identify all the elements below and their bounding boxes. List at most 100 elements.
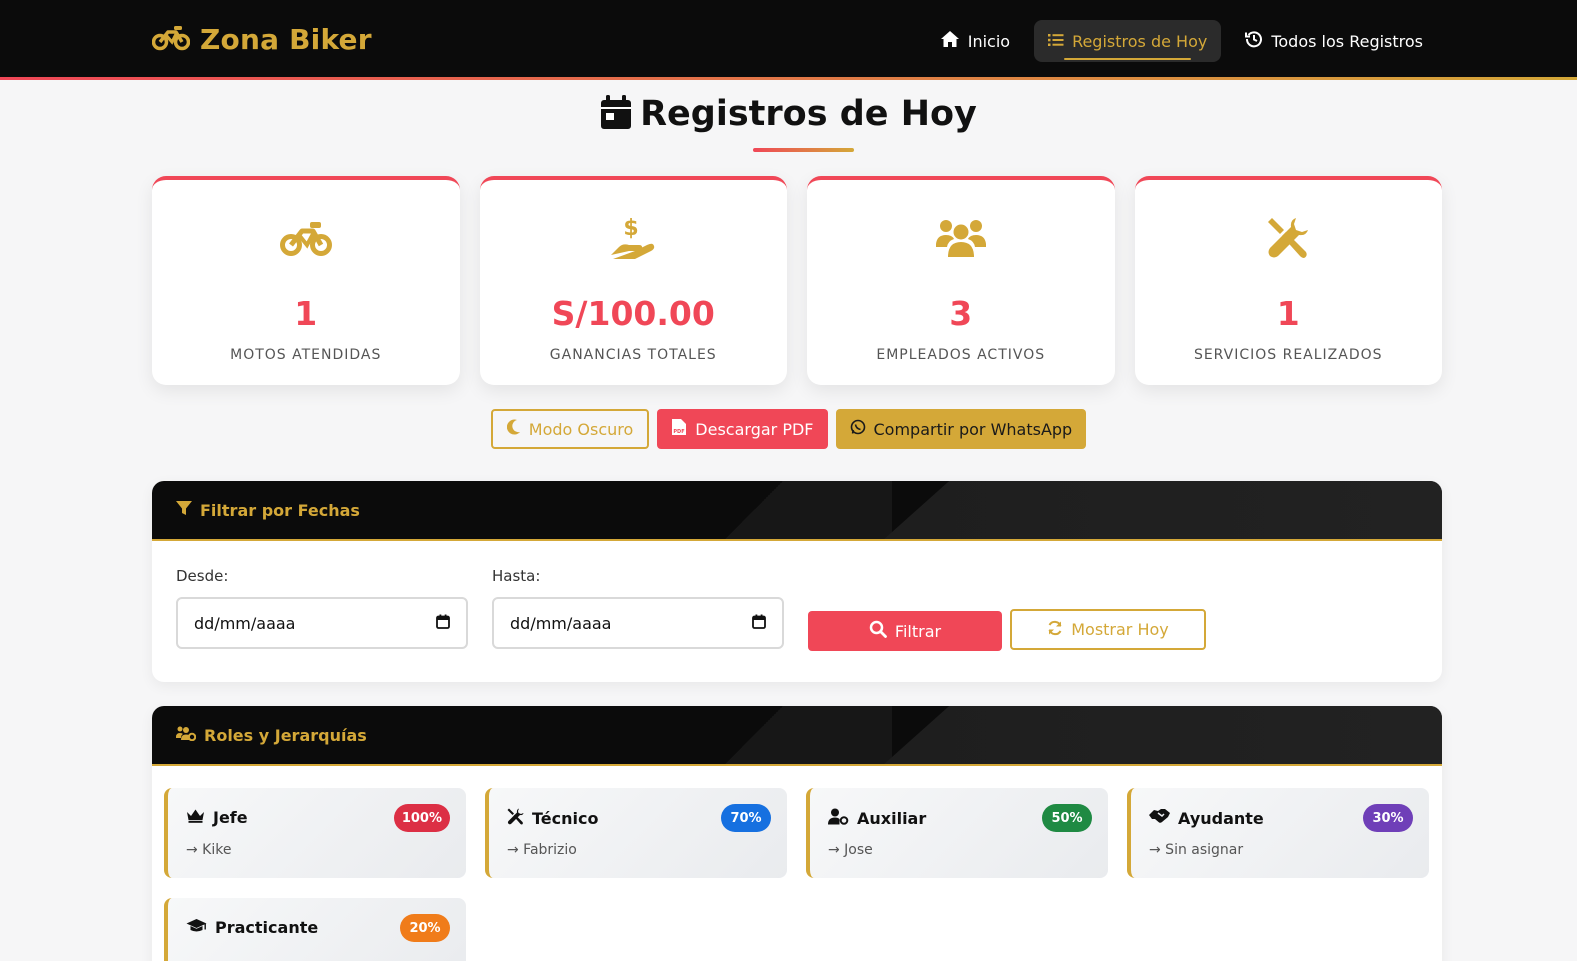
filter-panel-title: Filtrar por Fechas [200,500,360,520]
stat-value: 1 [1276,294,1300,333]
filter-panel: Filtrar por Fechas Desde: dd/mm/aaaa Has… [152,481,1442,682]
nav-item-inicio[interactable]: Inicio [926,20,1024,62]
moon-icon [506,419,521,439]
show-today-label: Mostrar Hoy [1071,620,1169,639]
refresh-icon [1047,620,1063,640]
calendar-icon[interactable] [752,614,766,633]
filter-button-label: Filtrar [894,621,942,641]
role-percent-badge: 50% [1042,804,1092,832]
to-field: Hasta: dd/mm/aaaa [492,567,784,649]
download-pdf-button[interactable]: PDF Descargar PDF [657,409,828,449]
stat-card-motos: 1 Motos Atendidas [152,176,460,385]
users-cog-icon [176,725,197,745]
user-gear-icon [828,808,849,829]
roles-panel-header: Roles y Jerarquías [152,706,1442,766]
page-title: Registros de Hoy [0,94,1577,134]
crown-icon [186,808,205,827]
pdf-file-icon: PDF [671,418,687,440]
role-name: Técnico [532,809,599,828]
download-pdf-label: Descargar PDF [695,419,814,439]
role-card-auxiliar: Auxiliar 50% → Jose [806,788,1108,878]
role-head: Jefe [186,808,248,827]
role-head: Ayudante [1149,808,1264,828]
role-name: Auxiliar [857,809,927,828]
svg-text:PDF: PDF [674,429,685,435]
page-heading: Registros de Hoy [640,94,977,134]
nav-links: Inicio Registros de Hoy Todos los Regist… [926,20,1437,62]
stats-row: 1 Motos Atendidas $ S/100.00 Ganancias T… [152,176,1442,385]
users-icon [935,214,987,262]
filter-panel-header: Filtrar por Fechas [152,481,1442,541]
role-percent-badge: 100% [393,804,450,832]
role-person: → Kike [186,842,232,858]
role-person: → Sin asignar [1149,842,1244,858]
to-date-input[interactable]: dd/mm/aaaa [492,597,784,649]
role-percent-badge: 30% [1363,804,1413,832]
stat-label: Ganancias Totales [549,347,717,363]
role-head: Auxiliar [828,808,926,829]
role-percent-badge: 70% [721,804,771,832]
stat-card-servicios: 1 Servicios Realizados [1134,176,1442,385]
filter-icon [176,500,192,520]
tools-icon [507,808,524,829]
stat-card-empleados: 3 Empleados Activos [807,176,1115,385]
title-underline [753,148,854,152]
tools-icon [1266,214,1310,262]
whatsapp-icon [850,419,866,439]
motorcycle-icon [279,214,332,262]
from-date-value: dd/mm/aaaa [194,613,296,633]
graduation-cap-icon [186,918,207,937]
from-date-input[interactable]: dd/mm/aaaa [176,597,468,649]
search-icon [869,620,887,642]
from-field: Desde: dd/mm/aaaa [176,567,468,649]
role-head: Técnico [507,808,598,829]
show-today-button[interactable]: Mostrar Hoy [1010,609,1206,650]
list-icon [1048,32,1064,51]
stat-value: 1 [294,294,318,333]
calendar-icon[interactable] [436,614,450,633]
stat-value: 3 [949,294,973,333]
history-icon [1245,30,1263,52]
stat-label: Empleados Activos [876,347,1046,363]
share-whatsapp-label: Compartir por WhatsApp [873,419,1073,439]
from-label: Desde: [176,567,229,585]
stat-label: Servicios Realizados [1193,347,1383,363]
role-person: → Jose [828,842,873,858]
calendar-icon [600,94,632,134]
role-percent-badge: 20% [400,914,450,942]
to-date-value: dd/mm/aaaa [510,613,612,633]
brand[interactable]: Zona Biker [151,22,372,56]
roles-panel: Roles y Jerarquías Jefe 100% → Kike Técn… [152,706,1442,961]
stat-label: Motos Atendidas [230,347,382,363]
role-person: → Fabrizio [507,842,577,858]
role-name: Ayudante [1178,808,1264,828]
stat-card-ganancias: $ S/100.00 Ganancias Totales [479,176,787,385]
role-card-jefe: Jefe 100% → Kike [164,788,466,878]
nav-item-label: Todos los Registros [1271,31,1423,51]
role-card-practicante: Practicante 20% [164,898,466,961]
nav-item-todos-registros[interactable]: Todos los Registros [1231,20,1437,62]
stat-value: S/100.00 [551,294,715,333]
handshake-icon [1149,808,1170,828]
nav-item-registros-hoy[interactable]: Registros de Hoy [1034,20,1222,62]
role-name: Practicante [215,918,319,937]
hand-dollar-icon: $ [609,214,657,262]
nav-item-label: Inicio [967,31,1011,51]
share-whatsapp-button[interactable]: Compartir por WhatsApp [835,409,1087,449]
navbar: Zona Biker Inicio Registros de Hoy Todos… [0,0,1577,80]
motorcycle-icon [151,22,191,56]
filter-button[interactable]: Filtrar [808,611,1002,651]
home-icon [940,30,960,52]
action-buttons: Modo Oscuro PDF Descargar PDF Compartir … [0,409,1577,449]
role-name: Jefe [213,808,248,827]
to-label: Hasta: [492,567,541,585]
role-card-ayudante: Ayudante 30% → Sin asignar [1127,788,1429,878]
role-head: Practicante [186,918,318,937]
svg-text:$: $ [624,216,639,241]
brand-name: Zona Biker [200,22,372,56]
dark-mode-label: Modo Oscuro [528,419,634,439]
dark-mode-button[interactable]: Modo Oscuro [490,409,650,449]
role-card-tecnico: Técnico 70% → Fabrizio [485,788,787,878]
roles-panel-title: Roles y Jerarquías [204,725,367,745]
nav-item-label: Registros de Hoy [1072,31,1208,51]
